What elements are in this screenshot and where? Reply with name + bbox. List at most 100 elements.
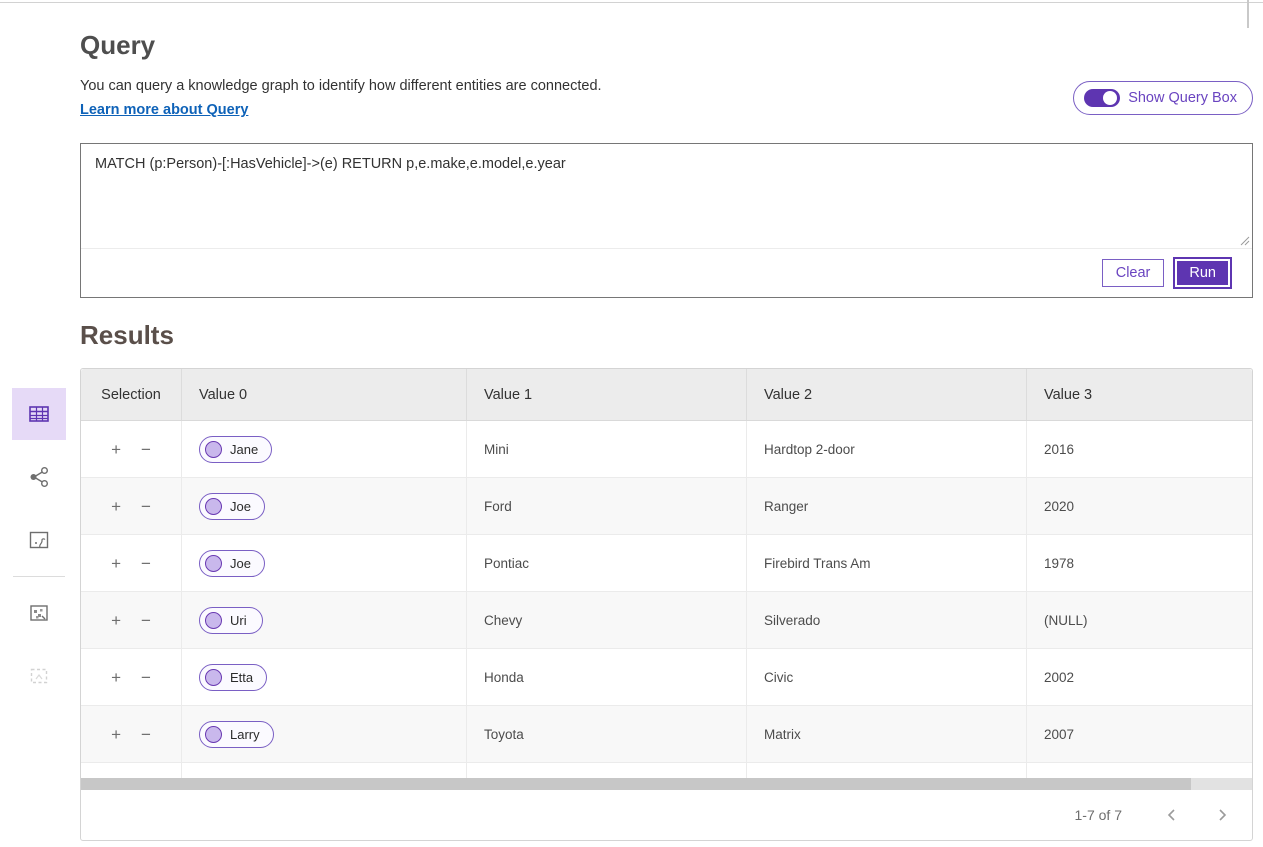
entity-chip[interactable]: Joe xyxy=(199,493,265,520)
entity-chip-label: Larry xyxy=(230,727,260,742)
entity-chip-label: Etta xyxy=(230,670,253,685)
results-title: Results xyxy=(80,320,174,351)
learn-more-link[interactable]: Learn more about Query xyxy=(80,102,248,118)
selection-add-button[interactable]: + xyxy=(109,610,123,631)
table-row: + − Larry Toyota Matrix 2007 xyxy=(81,706,1252,763)
value-cell: Chevy xyxy=(466,592,746,648)
vertical-scrollbar[interactable] xyxy=(1247,0,1249,28)
value-cell: (NULL) xyxy=(1026,592,1252,648)
entity-node-icon xyxy=(205,498,222,515)
value-cell: 2007 xyxy=(1026,706,1252,762)
selection-cell: + − xyxy=(81,706,181,762)
page-description: You can query a knowledge graph to ident… xyxy=(80,78,602,94)
entity-cell: Larry xyxy=(181,706,466,762)
entity-chip[interactable]: Larry xyxy=(199,721,274,748)
new-selection-disabled-icon xyxy=(28,665,50,687)
table-row: + − Joe Pontiac Firebird Trans Am 1978 xyxy=(81,535,1252,592)
show-query-box-toggle[interactable]: Show Query Box xyxy=(1073,81,1253,115)
chevron-right-icon xyxy=(1216,808,1228,822)
toggle-label: Show Query Box xyxy=(1128,90,1237,106)
results-footer: 1-7 of 7 xyxy=(81,790,1252,840)
entity-node-icon xyxy=(205,612,222,629)
entity-node-icon xyxy=(205,726,222,743)
table-row: + − Etta Honda Civic 2002 xyxy=(81,649,1252,706)
selection-add-button[interactable]: + xyxy=(109,724,123,745)
run-button[interactable]: Run xyxy=(1175,259,1230,287)
value-cell: Honda xyxy=(466,649,746,705)
value-cell xyxy=(746,763,1026,778)
clear-button[interactable]: Clear xyxy=(1102,259,1165,287)
selection-cell: + − xyxy=(81,421,181,477)
selection-remove-button[interactable]: − xyxy=(139,439,153,460)
selection-cell: + − xyxy=(81,763,181,778)
top-divider xyxy=(0,2,1263,3)
pagination-range-label: 1-7 of 7 xyxy=(1075,807,1122,823)
table-row: + − Uri Chevy Silverado (NULL) xyxy=(81,592,1252,649)
entity-chip[interactable]: Joe xyxy=(199,550,265,577)
value-cell: 1978 xyxy=(1026,535,1252,591)
selection-add-button[interactable]: + xyxy=(109,553,123,574)
value-cell: Matrix xyxy=(746,706,1026,762)
horizontal-scrollbar[interactable] xyxy=(81,778,1252,790)
entity-chip-label: Joe xyxy=(230,556,251,571)
value-cell: Ford xyxy=(466,478,746,534)
add-to-map-button[interactable] xyxy=(12,587,66,639)
entity-cell: Jane xyxy=(181,421,466,477)
table-row: + − Jane Mini Hardtop 2-door 2016 xyxy=(81,421,1252,478)
value-cell: Pontiac xyxy=(466,535,746,591)
entity-chip-label: Uri xyxy=(230,613,247,628)
selection-add-button[interactable]: + xyxy=(109,496,123,517)
entity-chip[interactable]: Jane xyxy=(199,436,272,463)
toggle-switch-icon[interactable] xyxy=(1084,89,1120,107)
table-row: + − Joe Ford Ranger 2020 xyxy=(81,478,1252,535)
entity-chip-label: Joe xyxy=(230,499,251,514)
value-cell xyxy=(1026,763,1252,778)
link-chart-view-button[interactable] xyxy=(12,451,66,503)
value-cell: Firebird Trans Am xyxy=(746,535,1026,591)
horizontal-scrollbar-thumb[interactable] xyxy=(81,778,1191,790)
next-page-button[interactable] xyxy=(1210,804,1234,826)
map-view-button[interactable] xyxy=(12,514,66,566)
entity-cell: Uri xyxy=(181,592,466,648)
link-chart-icon xyxy=(27,465,51,489)
value-cell: Ranger xyxy=(746,478,1026,534)
selection-add-button[interactable]: + xyxy=(109,667,123,688)
results-table-header: Selection Value 0 Value 1 Value 2 Value … xyxy=(81,369,1252,421)
query-input[interactable]: MATCH (p:Person)-[:HasVehicle]->(e) RETU… xyxy=(81,144,1252,248)
table-view-button[interactable] xyxy=(12,388,66,440)
add-to-map-icon xyxy=(28,602,50,624)
results-table: Selection Value 0 Value 1 Value 2 Value … xyxy=(80,368,1253,841)
selection-add-button[interactable]: + xyxy=(109,439,123,460)
selection-remove-button[interactable]: − xyxy=(139,724,153,745)
selection-remove-button[interactable]: − xyxy=(139,667,153,688)
entity-node-icon xyxy=(205,441,222,458)
entity-chip[interactable]: Uri xyxy=(199,607,263,634)
entity-node-icon xyxy=(205,669,222,686)
entity-chip[interactable]: Etta xyxy=(199,664,267,691)
column-header-value3: Value 3 xyxy=(1026,369,1252,420)
value-cell: Silverado xyxy=(746,592,1026,648)
previous-page-button[interactable] xyxy=(1160,804,1184,826)
column-header-value0: Value 0 xyxy=(181,369,466,420)
query-page: Query You can query a knowledge graph to… xyxy=(0,0,1263,847)
entity-chip-label: Jane xyxy=(230,442,258,457)
column-header-value1: Value 1 xyxy=(466,369,746,420)
results-rows: + − Jane Mini Hardtop 2-door 2016 + − Jo… xyxy=(81,421,1252,778)
chevron-left-icon xyxy=(1166,808,1178,822)
map-icon xyxy=(28,529,50,551)
value-cell: 2020 xyxy=(1026,478,1252,534)
entity-cell: Etta xyxy=(181,649,466,705)
value-cell: 2002 xyxy=(1026,649,1252,705)
entity-node-icon xyxy=(205,555,222,572)
selection-cell: + − xyxy=(81,649,181,705)
selection-remove-button[interactable]: − xyxy=(139,553,153,574)
entity-cell xyxy=(181,763,466,778)
value-cell xyxy=(466,763,746,778)
value-cell: Toyota xyxy=(466,706,746,762)
selection-remove-button[interactable]: − xyxy=(139,496,153,517)
selection-remove-button[interactable]: − xyxy=(139,610,153,631)
query-panel: MATCH (p:Person)-[:HasVehicle]->(e) RETU… xyxy=(80,143,1253,298)
selection-cell: + − xyxy=(81,478,181,534)
selection-cell: + − xyxy=(81,592,181,648)
column-header-selection: Selection xyxy=(81,369,181,420)
